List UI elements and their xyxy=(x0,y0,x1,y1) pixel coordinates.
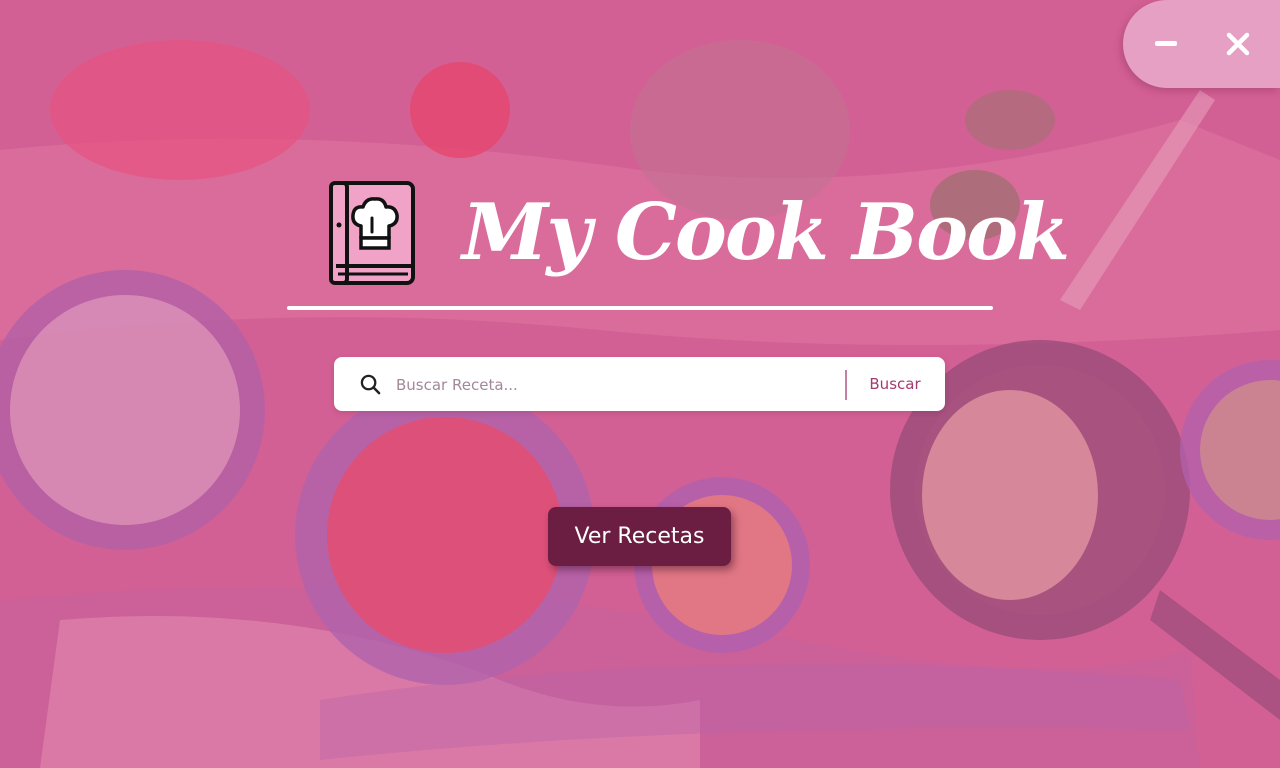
window-controls xyxy=(1123,0,1280,88)
minus-icon xyxy=(1155,41,1177,46)
search-divider xyxy=(845,370,847,400)
app-title: My Cook Book xyxy=(462,187,1070,278)
title-underline xyxy=(287,306,993,310)
close-icon xyxy=(1226,32,1250,56)
minimize-button[interactable] xyxy=(1144,22,1188,66)
search-icon xyxy=(360,374,381,395)
cookbook-chef-hat-icon xyxy=(329,181,415,285)
close-button[interactable] xyxy=(1216,22,1260,66)
search-bar: Buscar xyxy=(334,357,945,411)
search-input[interactable] xyxy=(394,369,838,401)
view-recipes-button[interactable]: Ver Recetas xyxy=(548,507,731,566)
search-button[interactable]: Buscar xyxy=(856,369,934,399)
